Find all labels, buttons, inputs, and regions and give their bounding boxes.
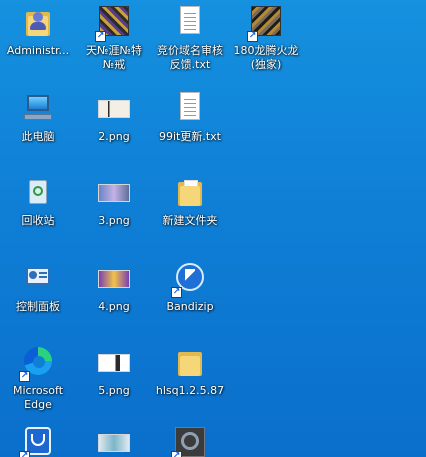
desktop-item-label: 99it更新.txt bbox=[159, 130, 221, 143]
control-panel-icon bbox=[21, 262, 55, 296]
desktop-item-microsoft-edge[interactable]: ↗ Microsoft Edge bbox=[0, 346, 76, 412]
desktop-item-label: 180龙腾火龙 (独家) bbox=[233, 44, 299, 71]
image-file-icon bbox=[97, 92, 131, 126]
bandizip-icon: ↗ bbox=[171, 262, 207, 298]
image-file-icon bbox=[97, 346, 131, 380]
desktop-item-label: Microsoft Edge bbox=[12, 384, 64, 411]
desktop-item-shield-app[interactable]: ↗ bbox=[0, 426, 76, 457]
desktop-item-label: 竞价域名审核 反馈.txt bbox=[157, 44, 223, 71]
computer-icon bbox=[21, 92, 55, 126]
desktop-item-label: 新建文件夹 bbox=[162, 214, 218, 227]
desktop-item-label: 此电脑 bbox=[21, 130, 55, 143]
image-file-icon bbox=[97, 176, 131, 210]
desktop-item-99it-txt[interactable]: 99it更新.txt bbox=[152, 92, 228, 144]
desktop-item-this-pc[interactable]: 此电脑 bbox=[0, 92, 76, 144]
desktop-item-domain-feedback-txt[interactable]: 竞价域名审核 反馈.txt bbox=[152, 6, 228, 72]
desktop-item-label: 回收站 bbox=[21, 214, 55, 227]
edge-icon: ↗ bbox=[19, 346, 55, 382]
text-file-icon bbox=[173, 92, 207, 126]
folder-icon bbox=[173, 346, 207, 380]
desktop-item-bandizip[interactable]: ↗ Bandizip bbox=[152, 262, 228, 314]
desktop-item-tianya[interactable]: ↗ 天№涯№特 №戒 bbox=[76, 6, 152, 72]
desktop-item-administrator[interactable]: Administr... bbox=[0, 6, 76, 58]
desktop-item-5-png[interactable]: 5.png bbox=[76, 346, 152, 398]
desktop-item-label: hlsq1.2.5.87 bbox=[155, 384, 225, 397]
recycle-bin-icon bbox=[21, 176, 55, 210]
user-folder-icon bbox=[21, 6, 55, 40]
desktop-item-label: 2.png bbox=[98, 130, 130, 143]
desktop-item-recycle-bin[interactable]: 回收站 bbox=[0, 176, 76, 228]
desktop-item-label: 控制面板 bbox=[16, 300, 60, 313]
tool-shortcut-icon: ↗ bbox=[171, 426, 207, 457]
desktop-item-4-png[interactable]: 4.png bbox=[76, 262, 152, 314]
image-file-icon bbox=[97, 262, 131, 296]
desktop-item-label: Administr... bbox=[6, 44, 70, 57]
desktop-item-label: 3.png bbox=[98, 214, 130, 227]
desktop-item-180-dragon[interactable]: ↗ 180龙腾火龙 (独家) bbox=[228, 6, 304, 72]
desktop-item-label: 天№涯№特 №戒 bbox=[86, 44, 142, 71]
desktop-item-label: 5.png bbox=[98, 384, 130, 397]
desktop-item-new-folder[interactable]: 新建文件夹 bbox=[152, 176, 228, 228]
desktop-item-2-png[interactable]: 2.png bbox=[76, 92, 152, 144]
desktop-item-png-partial[interactable] bbox=[76, 426, 152, 457]
folder-icon bbox=[173, 176, 207, 210]
mosaic-shortcut-icon: ↗ bbox=[95, 6, 131, 42]
desktop-item-label: Bandizip bbox=[166, 300, 214, 313]
text-file-icon bbox=[173, 6, 207, 40]
desktop-item-control-panel[interactable]: 控制面板 bbox=[0, 262, 76, 314]
desktop: Administr... ↗ 天№涯№特 №戒 竞价域名审核 反馈.txt ↗ … bbox=[0, 0, 426, 457]
desktop-item-3-png[interactable]: 3.png bbox=[76, 176, 152, 228]
desktop-item-tool-shortcut[interactable]: ↗ bbox=[152, 426, 228, 457]
desktop-item-hlsq-folder[interactable]: hlsq1.2.5.87 bbox=[152, 346, 228, 398]
shield-app-icon: ↗ bbox=[19, 426, 55, 457]
image-file-icon bbox=[97, 426, 131, 457]
mosaic-shortcut-icon: ↗ bbox=[247, 6, 283, 42]
desktop-item-label: 4.png bbox=[98, 300, 130, 313]
